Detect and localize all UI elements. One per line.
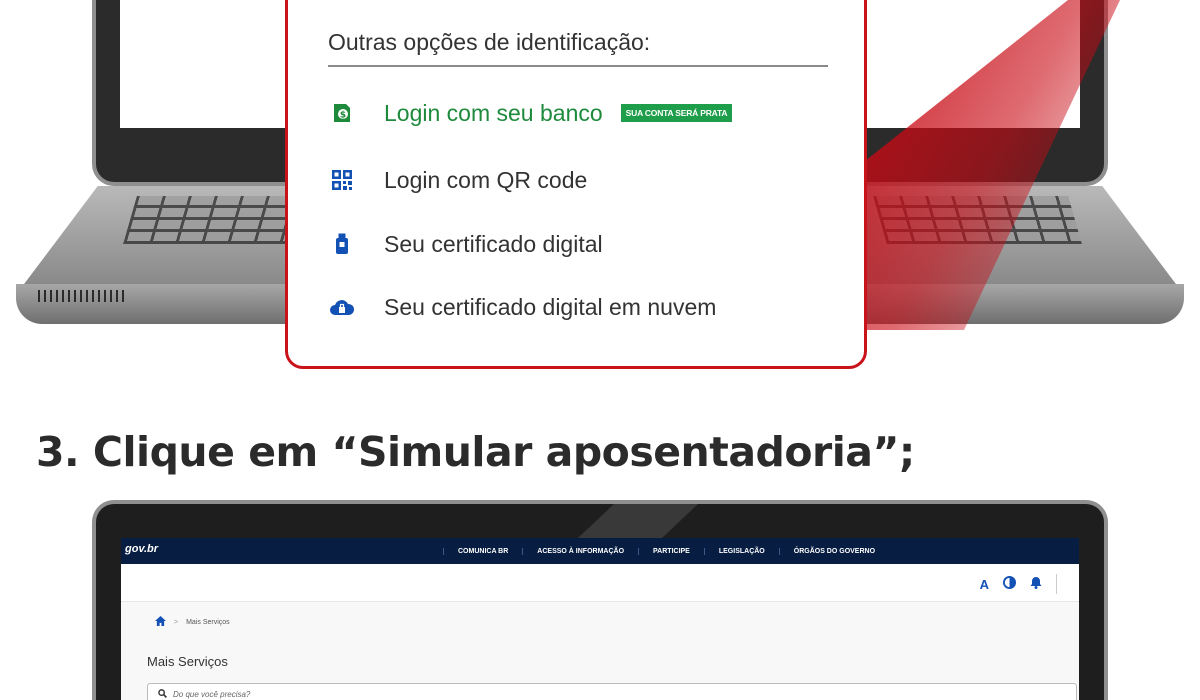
contrast-icon[interactable] xyxy=(1003,576,1016,592)
search-placeholder: Do que você precisa? xyxy=(173,689,251,699)
govbr-header: A xyxy=(121,564,1079,602)
silver-account-badge: SUA CONTA SERÁ PRATA xyxy=(620,104,733,122)
qr-code-icon xyxy=(328,166,356,194)
search-icon xyxy=(158,688,167,700)
svg-text:$: $ xyxy=(340,111,346,121)
bank-login-icon: $ xyxy=(328,99,356,127)
nav-acesso-informacao[interactable]: ACESSO À INFORMAÇÃO xyxy=(522,547,638,555)
search-input[interactable]: Do que você precisa? xyxy=(147,683,1077,700)
login-options-card: Outras opções de identificação: $ Login … xyxy=(285,0,867,369)
keyboard-left xyxy=(123,196,307,244)
option-label: Seu certificado digital xyxy=(384,230,603,257)
chevron-right-icon: > xyxy=(174,618,179,626)
card-divider xyxy=(328,65,828,67)
breadcrumb-current: Mais Serviços xyxy=(186,618,230,626)
bell-icon[interactable] xyxy=(1030,576,1042,592)
option-cloud-certificate[interactable]: Seu certificado digital em nuvem xyxy=(328,293,716,321)
option-digital-certificate[interactable]: Seu certificado digital xyxy=(328,230,603,258)
option-qr-login[interactable]: Login com QR code xyxy=(328,166,587,194)
cloud-certificate-icon xyxy=(328,293,356,321)
nav-orgaos-governo[interactable]: ÓRGÃOS DO GOVERNO xyxy=(778,547,889,555)
card-title: Outras opções de identificação: xyxy=(328,29,651,55)
step-heading: 3. Clique em “Simular aposentadoria”; xyxy=(36,428,915,476)
font-size-button[interactable]: A xyxy=(980,577,989,592)
option-bank-login[interactable]: $ Login com seu banco SUA CONTA SERÁ PRA… xyxy=(328,99,733,127)
govbr-topbar: gov.br COMUNICA BR ACESSO À INFORMAÇÃO P… xyxy=(121,538,1079,564)
header-separator xyxy=(1056,574,1057,594)
govbr-screen: gov.br COMUNICA BR ACESSO À INFORMAÇÃO P… xyxy=(121,538,1079,700)
option-label: Login com QR code xyxy=(384,166,588,193)
header-tools: A xyxy=(966,574,1057,594)
breadcrumb: > Mais Serviços xyxy=(155,616,230,628)
home-icon[interactable] xyxy=(155,616,166,628)
nav-legislacao[interactable]: LEGISLAÇÃO xyxy=(703,547,779,555)
laptop-vent xyxy=(38,290,124,302)
option-label: Seu certificado digital em nuvem xyxy=(384,293,717,320)
page-title: Mais Serviços xyxy=(147,654,228,669)
govbr-nav: COMUNICA BR ACESSO À INFORMAÇÃO PARTICIP… xyxy=(443,538,889,564)
usb-token-icon xyxy=(328,230,356,258)
nav-participe[interactable]: PARTICIPE xyxy=(638,547,704,555)
option-label: Login com seu banco xyxy=(384,99,603,126)
govbr-logo[interactable]: gov.br xyxy=(125,543,158,555)
nav-comunica-br[interactable]: COMUNICA BR xyxy=(443,547,522,555)
